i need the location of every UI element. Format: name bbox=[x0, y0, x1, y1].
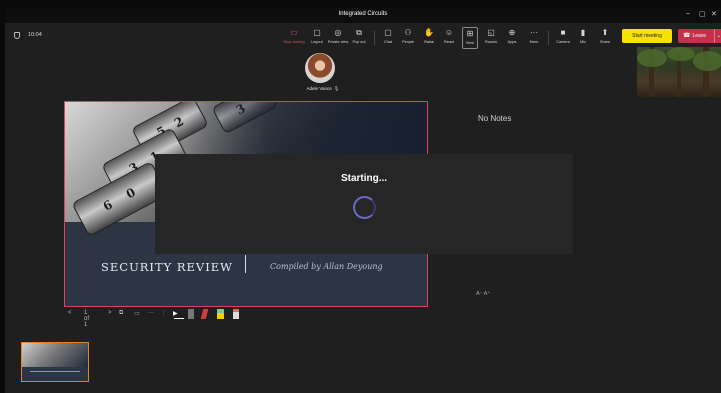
slide-divider bbox=[245, 255, 246, 273]
more-button[interactable]: ··· More bbox=[527, 27, 541, 49]
people-button[interactable]: ⚇ People bbox=[400, 27, 416, 49]
pop-out-icon: ⧉ bbox=[356, 28, 362, 37]
rooms-button[interactable]: ◱ Rooms bbox=[483, 27, 499, 49]
eraser-icon[interactable] bbox=[233, 309, 239, 319]
maximize-button[interactable]: ▢ bbox=[699, 10, 706, 18]
eye-icon: ◎ bbox=[334, 28, 342, 37]
stop-share-icon: ▭ bbox=[290, 28, 298, 37]
pen-red-icon[interactable] bbox=[200, 309, 209, 319]
previous-slide-button[interactable]: < bbox=[68, 310, 72, 316]
next-slide-button[interactable]: > bbox=[108, 310, 112, 316]
toolbar-divider: | bbox=[163, 310, 165, 316]
pen-gray-icon[interactable] bbox=[188, 309, 194, 319]
thumbnail-title-line bbox=[30, 371, 80, 372]
share-button[interactable]: ⬆ Share bbox=[598, 27, 612, 49]
layout-icon: ▢ bbox=[313, 28, 321, 37]
meeting-timer: 10:04 bbox=[28, 32, 42, 38]
camera-button[interactable]: ■ Camera bbox=[554, 27, 572, 49]
emoji-icon: ☺ bbox=[444, 28, 454, 37]
people-icon: ⚇ bbox=[404, 28, 412, 37]
chat-icon: ▢ bbox=[384, 28, 392, 37]
hand-icon: ✋ bbox=[424, 28, 434, 37]
chevron-down-icon[interactable]: ⌄ bbox=[713, 29, 721, 43]
title-bar: Integrated Circuits – ▢ ✕ bbox=[5, 8, 721, 23]
stop-sharing-button[interactable]: ▭ Stop sharing bbox=[282, 27, 306, 49]
apps-icon: ⊕ bbox=[508, 28, 516, 37]
window-title: Integrated Circuits bbox=[338, 11, 388, 17]
notes-empty-text: No Notes bbox=[478, 114, 512, 123]
mic-icon: ▮ bbox=[580, 28, 586, 37]
grid-icon: ⊞ bbox=[466, 29, 474, 38]
participant-name-label: Adele Vance 🎙 bbox=[293, 86, 353, 92]
teams-window: Integrated Circuits – ▢ ✕ 10:04 ▭ Stop s… bbox=[5, 8, 721, 393]
active-tool-underline bbox=[174, 318, 184, 319]
camera-icon: ■ bbox=[560, 28, 566, 37]
meeting-toolbar: 10:04 ▭ Stop sharing ▢ Layout ◎ Private … bbox=[5, 23, 721, 50]
self-video-preview[interactable] bbox=[637, 47, 721, 97]
mic-button[interactable]: ▮ Mic bbox=[578, 27, 588, 49]
pop-out-button[interactable]: ⧉ Pop out bbox=[351, 27, 367, 49]
toolbar-divider bbox=[548, 31, 549, 45]
react-button[interactable]: ☺ React bbox=[442, 27, 456, 49]
slide-thumbnail[interactable] bbox=[21, 342, 89, 382]
copy-icon[interactable]: ⧉ bbox=[119, 310, 123, 317]
leave-label: Leave bbox=[692, 33, 707, 39]
toolbar-divider bbox=[374, 31, 375, 45]
phone-icon: ☎ bbox=[683, 33, 691, 39]
chat-button[interactable]: ▢ Chat bbox=[382, 27, 394, 49]
screen-icon[interactable]: ▭ bbox=[134, 310, 140, 317]
apps-button[interactable]: ⊕ Apps bbox=[505, 27, 519, 49]
mic-icon: 🎙 bbox=[333, 86, 340, 91]
video-foliage bbox=[693, 51, 721, 71]
video-foliage bbox=[637, 49, 667, 67]
rooms-icon: ◱ bbox=[487, 28, 495, 37]
leave-button[interactable]: ☎ Leave ⌄ bbox=[678, 29, 721, 43]
raise-hand-button[interactable]: ✋ Raise bbox=[422, 27, 436, 49]
layout-button[interactable]: ▢ Layout bbox=[309, 27, 325, 49]
slide-counter: 1 of 1 bbox=[84, 310, 90, 328]
starting-text: Starting... bbox=[340, 173, 388, 184]
thumbnail-photo bbox=[22, 343, 88, 367]
slide-subtitle: Compiled by Allan Deyoung bbox=[270, 262, 383, 271]
view-button[interactable]: ⊞ View bbox=[462, 27, 478, 49]
private-view-button[interactable]: ◎ Private view bbox=[327, 27, 349, 49]
start-meeting-button[interactable]: Start meeting bbox=[622, 29, 672, 43]
shield-icon bbox=[14, 32, 20, 39]
video-foliage bbox=[667, 47, 695, 61]
more-icon: ··· bbox=[530, 28, 538, 37]
minimize-button[interactable]: – bbox=[686, 10, 690, 17]
participant-name: Adele Vance bbox=[306, 86, 332, 91]
avatar[interactable] bbox=[305, 53, 335, 83]
slide-title: SECURITY REVIEW bbox=[101, 260, 233, 274]
starting-overlay: Starting... bbox=[155, 154, 573, 254]
loading-spinner-icon bbox=[353, 196, 376, 219]
notes-font-size-controls[interactable]: A⁻ A⁺ bbox=[476, 291, 490, 297]
highlighter-icon[interactable] bbox=[217, 309, 224, 319]
share-icon: ⬆ bbox=[601, 28, 609, 37]
laser-pointer-icon[interactable]: ▶ bbox=[173, 310, 178, 317]
more-options-icon[interactable]: ··· bbox=[148, 310, 154, 316]
close-button[interactable]: ✕ bbox=[711, 10, 717, 18]
